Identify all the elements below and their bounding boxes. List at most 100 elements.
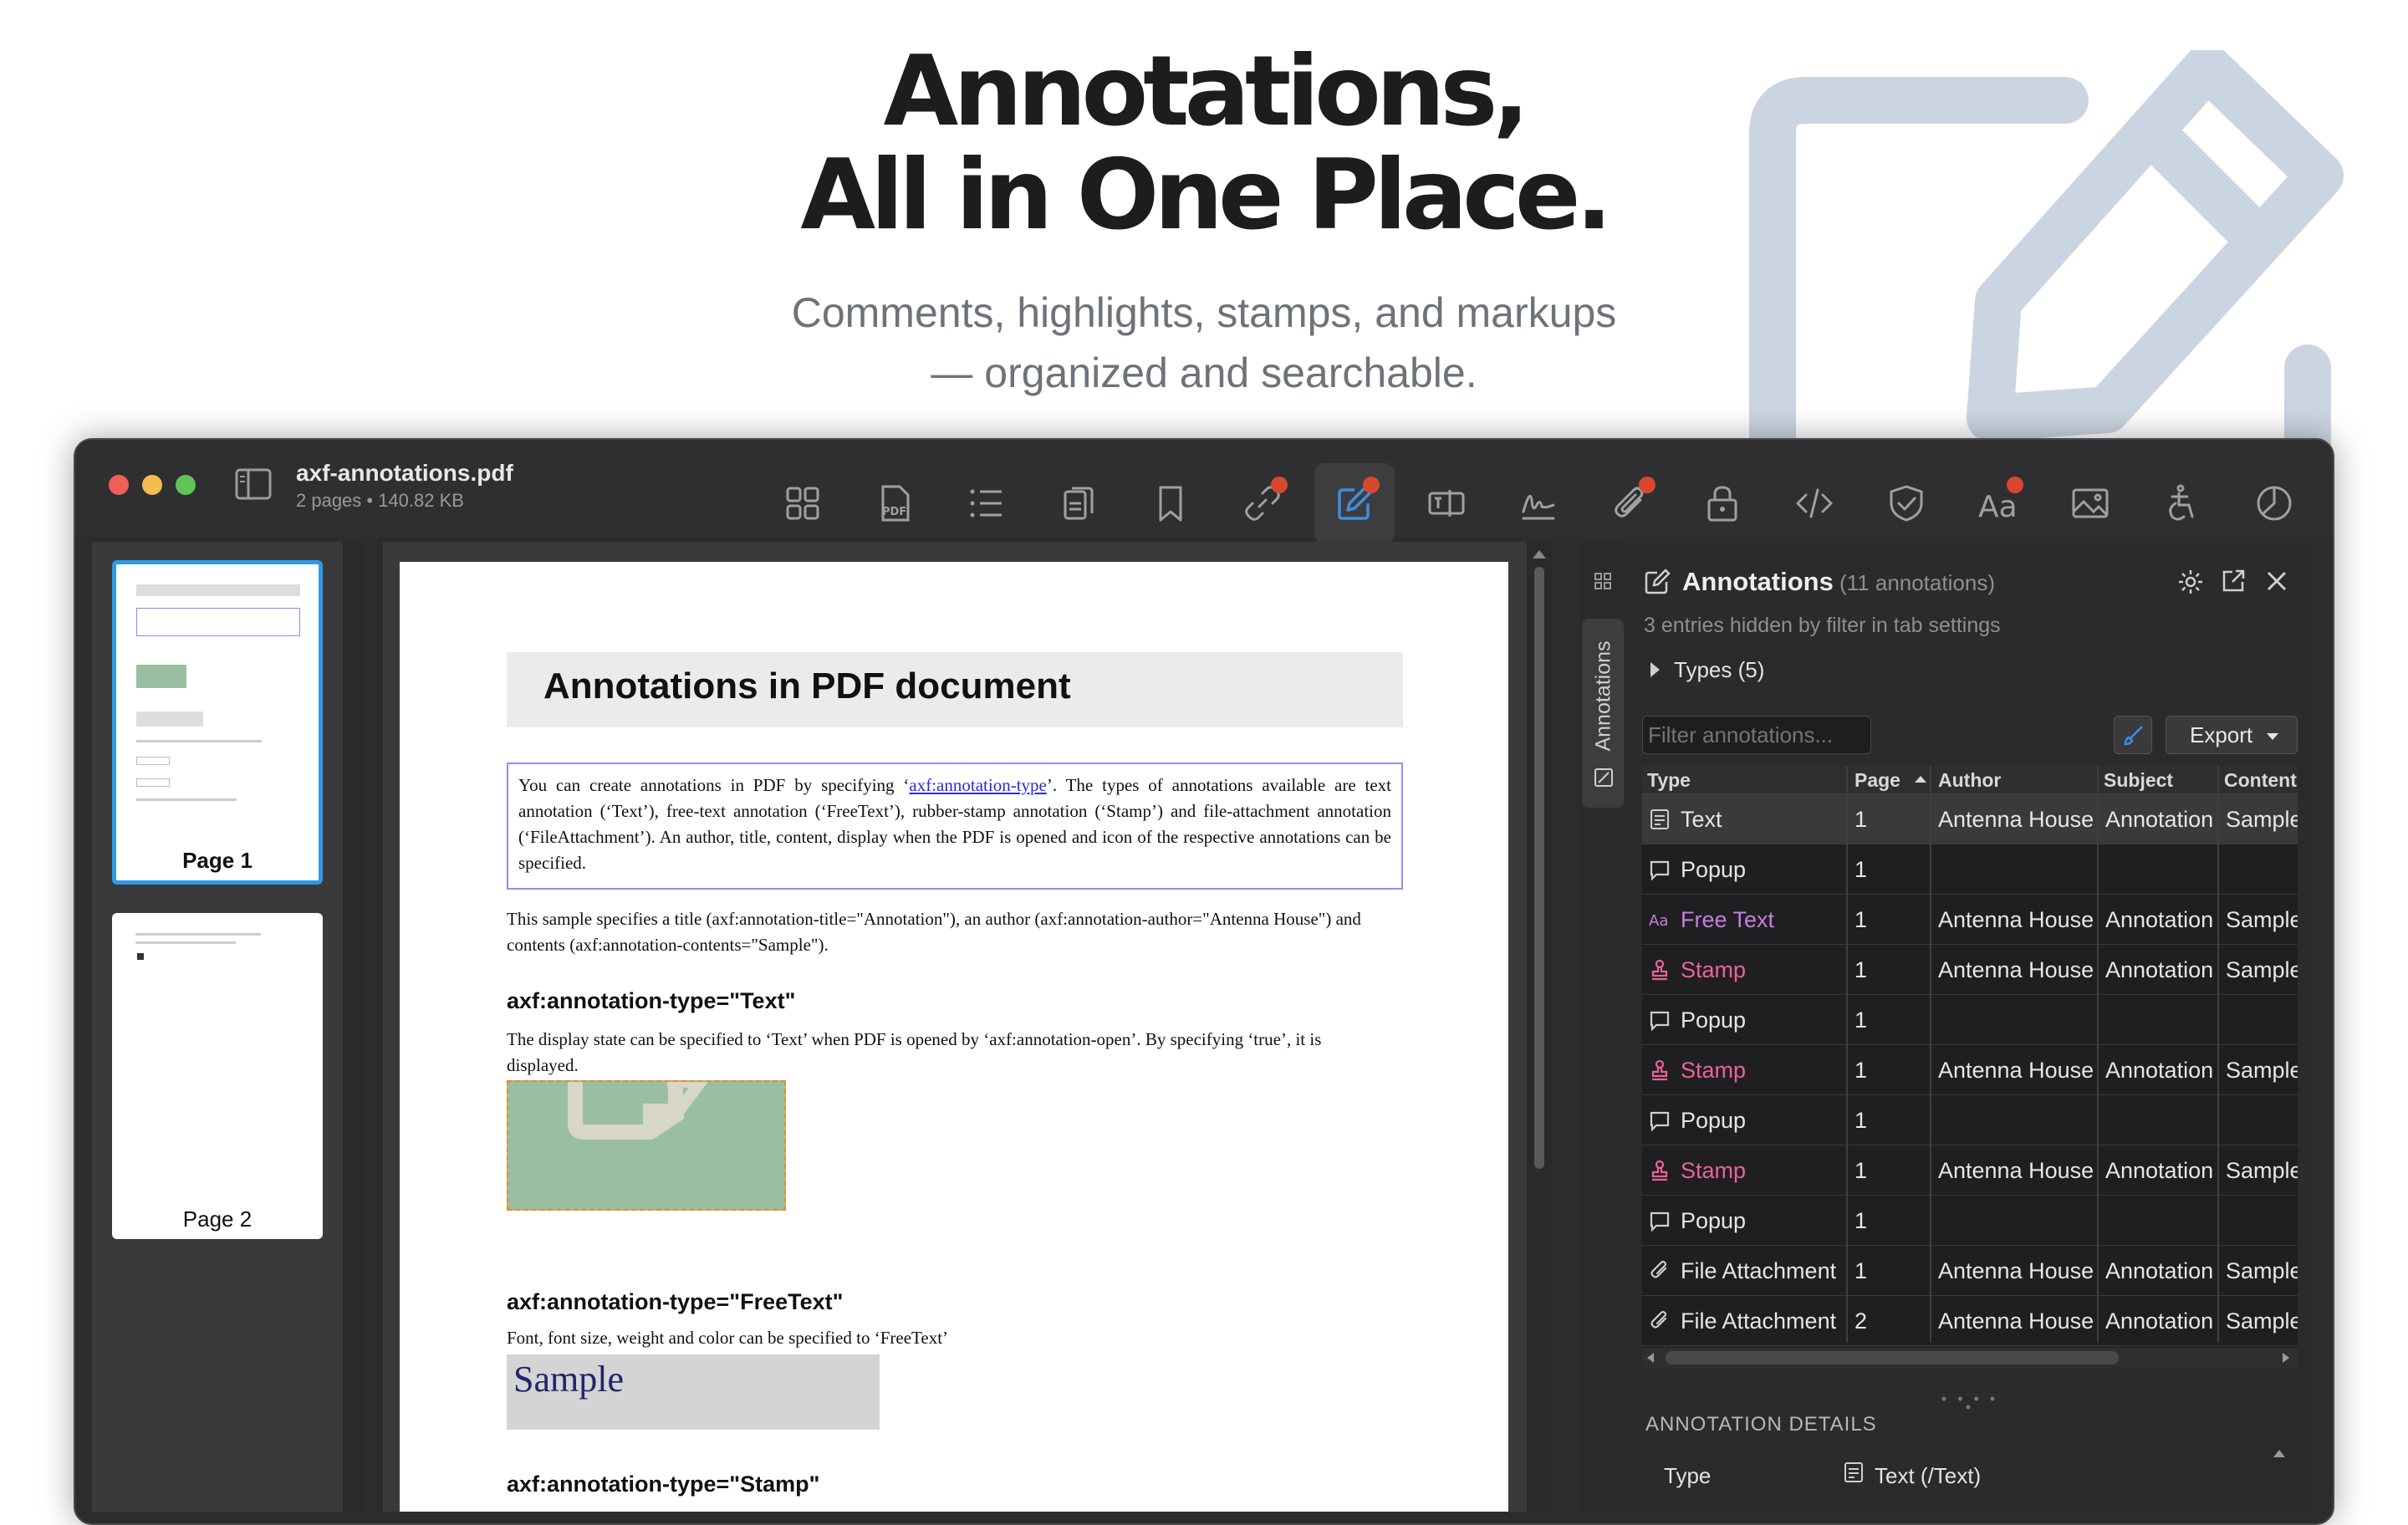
minimize-window-button[interactable]: [142, 475, 162, 495]
freetext-annotation-box[interactable]: Sample: [507, 1354, 880, 1430]
table-row[interactable]: File Attachment 1 Antenna House Annotation S…: [1642, 1246, 2298, 1296]
filter-input-field[interactable]: [1643, 717, 1870, 753]
doc-text-para: The display state can be specified to ‘T…: [507, 1029, 1322, 1075]
horizontal-scrollbar[interactable]: [1642, 1348, 2298, 1368]
detail-type-label: Type: [1664, 1463, 1712, 1488]
annotations-table: Type Page Author Subject Content Text 1 An…: [1642, 766, 2298, 1368]
table-row[interactable]: Popup 1: [1642, 1095, 2298, 1145]
cell-author: Antenna House: [1938, 1058, 2094, 1083]
table-row[interactable]: Popup 1: [1642, 1196, 2298, 1246]
popout-icon[interactable]: [2221, 569, 2246, 594]
attachment-badge: [1639, 477, 1656, 493]
doc-sample-note: This sample specifies a title (axf:annot…: [507, 909, 1361, 955]
cell-type: Popup: [1681, 1108, 1747, 1133]
attachments-button[interactable]: [1590, 463, 1671, 543]
file-name: axf-annotations.pdf: [296, 460, 513, 486]
detail-type-value: Text (/Text): [1875, 1463, 1982, 1488]
table-row[interactable]: Stamp 1 Antenna House Annotation Sample: [1642, 945, 2298, 995]
details-scrollbar[interactable]: [2269, 1443, 2289, 1510]
highlight-filter-button[interactable]: [2114, 716, 2152, 754]
table-row[interactable]: Popup 1: [1642, 995, 2298, 1045]
validation-button[interactable]: [1866, 463, 1946, 543]
thumb1-green-box: [136, 665, 186, 688]
horizontal-scroll-thumb[interactable]: [1666, 1351, 2119, 1364]
table-row[interactable]: Popup 1: [1642, 844, 2298, 895]
close-panel-icon[interactable]: [2266, 570, 2288, 592]
scroll-right-arrow-icon[interactable]: [2283, 1353, 2289, 1363]
scroll-up-arrow-icon[interactable]: [1533, 550, 1546, 558]
text-annotation-box[interactable]: [507, 1080, 786, 1211]
document-scroll-thumb[interactable]: [1534, 567, 1544, 1169]
types-toggle[interactable]: Types (5): [1674, 657, 1764, 683]
hero-title: Annotations, All in One Place.: [502, 40, 1906, 247]
annotation-type-link[interactable]: axf:annotation-type: [909, 775, 1046, 795]
settings-gear-icon[interactable]: [2177, 569, 2204, 595]
col-header-type[interactable]: Type: [1647, 769, 1691, 792]
cell-type: Stamp: [1681, 1058, 1747, 1083]
annotations-vertical-tab[interactable]: Annotations: [1582, 619, 1624, 808]
svg-text:Aa: Aa: [1978, 490, 2018, 524]
security-button[interactable]: [1682, 463, 1763, 543]
col-header-author[interactable]: Author: [1938, 769, 2001, 792]
col-header-content[interactable]: Content: [2224, 769, 2297, 792]
close-window-button[interactable]: [109, 475, 129, 495]
zoom-window-button[interactable]: [176, 475, 196, 495]
export-button[interactable]: Export: [2166, 716, 2298, 754]
splitter-handle[interactable]: • • • • •: [1938, 1391, 2002, 1415]
paperclip-icon: [1650, 1310, 1667, 1329]
popup-icon: [1650, 1211, 1670, 1232]
types-disclosure-triangle-icon[interactable]: [1650, 662, 1660, 677]
cell-type: Text: [1681, 807, 1722, 832]
document-scrollbar[interactable]: [1527, 542, 1552, 1512]
pdf-info-button[interactable]: PDF: [855, 463, 935, 543]
form-fields-button[interactable]: [1406, 463, 1487, 543]
stamp-icon: [1651, 959, 1668, 981]
grid-view-button[interactable]: [763, 463, 843, 543]
signatures-button[interactable]: [1498, 463, 1579, 543]
svg-text:PDF: PDF: [882, 506, 906, 518]
thumbnail-scrollbar[interactable]: [343, 542, 365, 1512]
table-row[interactable]: Text 1 Antenna House Annotation Sample: [1642, 794, 2298, 844]
sidebar-toggle-icon[interactable]: [234, 465, 273, 503]
links-button[interactable]: [1222, 463, 1303, 543]
pencil-square-decoration-icon: [1749, 50, 2344, 451]
cell-page: 1: [1854, 807, 1868, 832]
export-label: Export: [2190, 722, 2253, 747]
export-chevron-down-icon: [2267, 733, 2278, 740]
statistics-button[interactable]: [2234, 463, 2314, 543]
cell-page: 1: [1854, 1258, 1868, 1283]
thumbnail-page-2[interactable]: Page 2: [112, 913, 323, 1239]
accessibility-button[interactable]: [2142, 463, 2222, 543]
table-row[interactable]: File Attachment 2 Antenna House Annotation S…: [1642, 1296, 2298, 1346]
col-header-page[interactable]: Page: [1854, 769, 1900, 792]
cell-page: 1: [1854, 1108, 1868, 1133]
table-header: Type Page Author Subject Content: [1642, 766, 2298, 794]
pdf-icon: PDF: [881, 485, 910, 522]
col-header-subject[interactable]: Subject: [2104, 769, 2173, 792]
images-button[interactable]: [2050, 463, 2130, 543]
details-scroll-up-icon[interactable]: [2273, 1450, 2285, 1457]
thumb2-line-a: [135, 933, 261, 936]
scroll-left-arrow-icon[interactable]: [1647, 1353, 1654, 1363]
bookmarks-button[interactable]: [1130, 463, 1211, 543]
pages-button[interactable]: [1038, 463, 1119, 543]
source-button[interactable]: [1774, 463, 1854, 543]
outline-button[interactable]: [946, 463, 1027, 543]
annotation-tab-icon: [1594, 768, 1613, 787]
table-row[interactable]: Stamp 1 Antenna House Annotation Sample: [1642, 1045, 2298, 1095]
panel-count: (11 annotations): [1839, 570, 1995, 595]
table-row[interactable]: Aa Free Text 1 Antenna House Annotation Sampl…: [1642, 895, 2298, 945]
cell-subject: Annotation: [2105, 907, 2214, 932]
table-row[interactable]: Stamp 1 Antenna House Annotation Sample: [1642, 1145, 2298, 1196]
thumbnail-page-1[interactable]: Page 1: [112, 560, 323, 885]
grid-small-icon[interactable]: [1594, 572, 1612, 590]
hero-subtitle-line1: Comments, highlights, stamps, and markup…: [791, 289, 1617, 336]
sort-ascending-icon: [1915, 776, 1926, 783]
col-divider-1: [1846, 766, 1848, 1343]
annotations-button[interactable]: [1314, 463, 1395, 543]
thumb1-box: [136, 608, 300, 636]
annotations-header-icon: [1645, 569, 1671, 594]
filter-annotations-input[interactable]: [1642, 716, 1871, 754]
fonts-button[interactable]: Aa: [1958, 463, 2038, 543]
freetext-sample: Sample: [513, 1359, 624, 1400]
